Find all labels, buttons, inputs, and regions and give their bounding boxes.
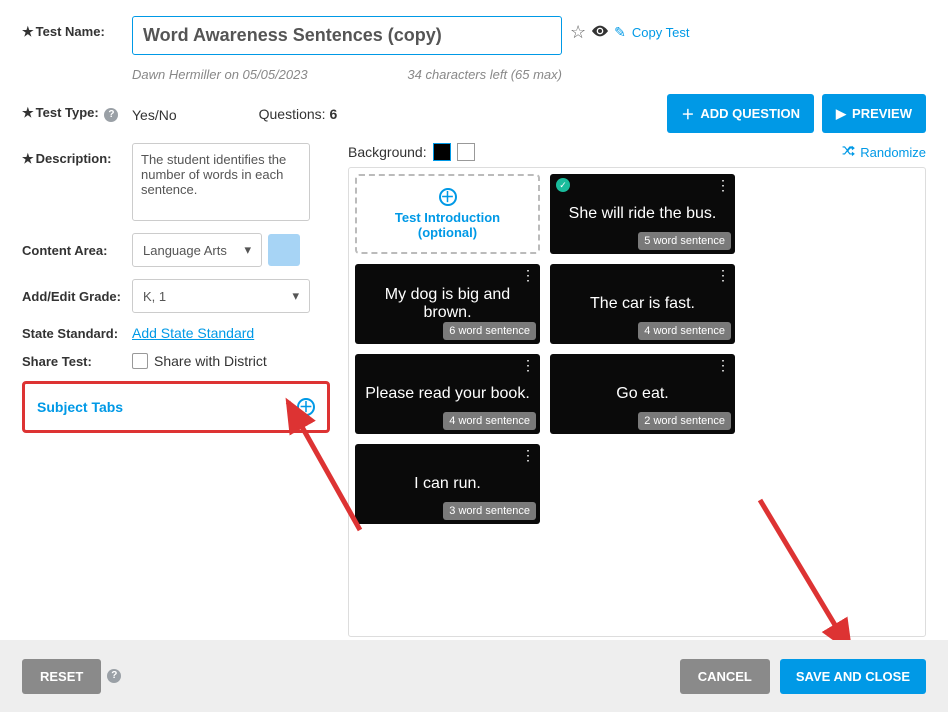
- plus-circle-icon: ＋: [439, 188, 457, 206]
- author-info: Dawn Hermiller on 05/05/2023: [132, 67, 308, 82]
- subject-tabs-label: Subject Tabs: [37, 399, 123, 415]
- subject-tabs-row: Subject Tabs ＋: [22, 381, 330, 433]
- card-text: The car is fast.: [584, 295, 701, 313]
- add-question-button[interactable]: ＋ADD QUESTION: [667, 94, 814, 133]
- share-test-label: Share Test:: [22, 354, 132, 369]
- question-card[interactable]: ⋮ Go eat. 2 word sentence: [550, 354, 735, 434]
- visibility-eye-icon[interactable]: [592, 24, 608, 41]
- preview-button[interactable]: ▶PREVIEW: [822, 94, 926, 133]
- description-label: ★Description:: [22, 143, 132, 167]
- card-badge: 4 word sentence: [443, 412, 536, 430]
- background-row: Background:: [348, 143, 475, 161]
- description-textarea[interactable]: The student identifies the number of wor…: [132, 143, 310, 221]
- question-card[interactable]: ⋮ I can run. 3 word sentence: [355, 444, 540, 524]
- card-text: My dog is big and brown.: [355, 286, 540, 322]
- plus-icon: ＋: [681, 104, 694, 123]
- more-dots-icon[interactable]: ⋮: [716, 358, 729, 372]
- grade-label: Add/Edit Grade:: [22, 289, 132, 304]
- questions-count: Questions: 6: [177, 106, 668, 122]
- question-card[interactable]: ⋮ Please read your book. 4 word sentence: [355, 354, 540, 434]
- card-badge: 4 word sentence: [638, 322, 731, 340]
- chars-remaining: 34 characters left (65 max): [407, 67, 562, 82]
- state-standard-label: State Standard:: [22, 326, 132, 341]
- test-name-input[interactable]: [132, 16, 562, 55]
- add-state-standard-link[interactable]: Add State Standard: [132, 325, 254, 341]
- play-icon: ▶: [836, 106, 846, 122]
- randomize-button[interactable]: Randomize: [842, 144, 926, 161]
- card-text: Please read your book.: [359, 385, 536, 403]
- more-dots-icon[interactable]: ⋮: [716, 178, 729, 192]
- help-icon[interactable]: ?: [107, 669, 121, 683]
- copy-test-link[interactable]: Copy Test: [632, 25, 690, 40]
- card-badge: 2 word sentence: [638, 412, 731, 430]
- favorite-star-icon[interactable]: ☆: [570, 22, 586, 43]
- help-icon[interactable]: ?: [104, 108, 118, 122]
- check-icon: ✓: [556, 178, 570, 192]
- reset-button[interactable]: RESET: [22, 659, 101, 694]
- chevron-down-icon: ▾: [244, 242, 251, 258]
- content-area-select[interactable]: Language Arts▾: [132, 233, 262, 267]
- card-text: She will ride the bus.: [563, 205, 723, 223]
- test-type-label: ★Test Type: ?: [22, 105, 132, 122]
- more-dots-icon[interactable]: ⋮: [716, 268, 729, 282]
- chevron-down-icon: ▾: [292, 288, 299, 304]
- card-text: I can run.: [408, 475, 487, 493]
- question-card[interactable]: ⋮ The car is fast. 4 word sentence: [550, 264, 735, 344]
- add-subject-tab-button[interactable]: ＋: [297, 398, 315, 416]
- background-white-swatch[interactable]: [457, 143, 475, 161]
- share-district-label: Share with District: [154, 353, 267, 369]
- save-and-close-button[interactable]: SAVE AND CLOSE: [780, 659, 926, 694]
- more-dots-icon[interactable]: ⋮: [521, 448, 534, 462]
- card-badge: 6 word sentence: [443, 322, 536, 340]
- question-card[interactable]: ⋮ My dog is big and brown.6 word sentence: [355, 264, 540, 344]
- question-card[interactable]: ✓ ⋮ She will ride the bus. 5 word sentence: [550, 174, 735, 254]
- grade-select[interactable]: K, 1▾: [132, 279, 310, 313]
- footer-bar: RESET ? CANCEL SAVE AND CLOSE: [0, 640, 948, 712]
- cancel-button[interactable]: CANCEL: [680, 659, 770, 694]
- pencil-icon: ✎: [614, 24, 626, 41]
- question-cards-area: ＋ Test Introduction (optional) ✓ ⋮ She wil…: [348, 167, 926, 637]
- content-color-swatch[interactable]: [268, 234, 300, 266]
- shuffle-icon: [842, 144, 856, 161]
- test-name-label: ★Test Name:: [22, 16, 132, 40]
- card-badge: 5 word sentence: [638, 232, 731, 250]
- more-dots-icon[interactable]: ⋮: [521, 268, 534, 282]
- share-district-checkbox[interactable]: [132, 353, 148, 369]
- test-introduction-card[interactable]: ＋ Test Introduction (optional): [355, 174, 540, 254]
- card-badge: 3 word sentence: [443, 502, 536, 520]
- test-type-value: Yes/No: [132, 105, 177, 123]
- content-area-label: Content Area:: [22, 243, 132, 258]
- more-dots-icon[interactable]: ⋮: [521, 358, 534, 372]
- card-text: Go eat.: [610, 385, 674, 403]
- background-black-swatch[interactable]: [433, 143, 451, 161]
